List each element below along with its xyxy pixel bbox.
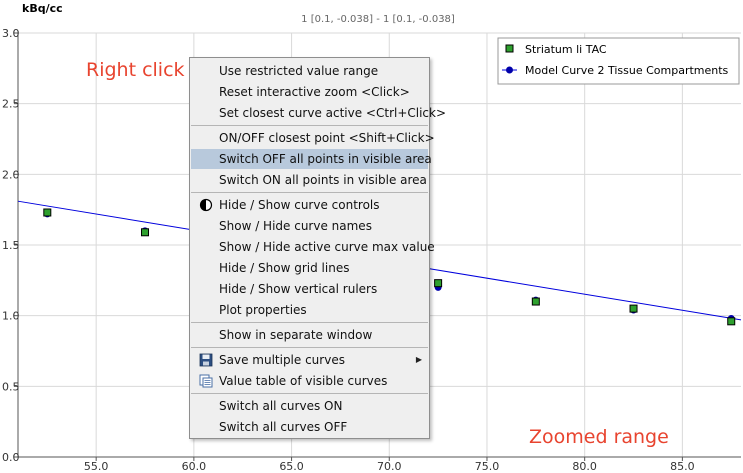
menu-separator xyxy=(191,192,428,193)
y-tick-label: 0.5 xyxy=(2,380,20,393)
y-tick-label: 1.5 xyxy=(2,239,20,252)
menu-item-show-hide-curve-names[interactable]: Show / Hide curve names xyxy=(191,216,428,236)
menu-item-hide-show-vertical-rulers[interactable]: Hide / Show vertical rulers xyxy=(191,279,428,299)
menu-item-value-table[interactable]: Value table of visible curves xyxy=(191,371,428,391)
tac-data-point xyxy=(141,228,150,237)
legend-item-model: Model Curve 2 Tissue Compartments xyxy=(525,64,729,77)
tac-data-point xyxy=(531,297,540,306)
tac-data-point xyxy=(727,317,736,326)
tac-data-point xyxy=(629,304,638,313)
y-tick-label: 2.0 xyxy=(2,168,20,181)
legend-item-tac: Striatum li TAC xyxy=(525,43,607,56)
menu-item-plot-properties[interactable]: Plot properties xyxy=(191,300,428,320)
x-tick-label: 70.0 xyxy=(377,460,402,473)
y-axis-label: kBq/cc xyxy=(22,2,63,15)
x-tick-label: 65.0 xyxy=(279,460,304,473)
menu-separator xyxy=(191,347,428,348)
submenu-arrow-icon: ▶ xyxy=(415,355,422,364)
annotation-zoomed-range: Zoomed range xyxy=(529,426,669,448)
menu-separator xyxy=(191,322,428,323)
x-tick-label: 75.0 xyxy=(475,460,500,473)
menu-item-switch-all-curves-on[interactable]: Switch all curves ON xyxy=(191,396,428,416)
menu-item-reset-zoom[interactable]: Reset interactive zoom <Click> xyxy=(191,82,428,102)
table-icon xyxy=(199,374,213,388)
tac-data-point xyxy=(43,208,52,217)
x-tick-label: 85.0 xyxy=(670,460,695,473)
x-tick-labels: 55.0 60.0 65.0 70.0 75.0 80.0 85.0 xyxy=(84,460,695,473)
x-tick-label: 55.0 xyxy=(84,460,109,473)
menu-item-switch-off-visible-points[interactable]: Switch OFF all points in visible area xyxy=(191,149,432,169)
y-tick-label: 3.0 xyxy=(2,27,20,40)
menu-item-switch-all-curves-off[interactable]: Switch all curves OFF xyxy=(191,417,428,437)
menu-item-show-separate-window[interactable]: Show in separate window xyxy=(191,325,428,345)
menu-item-label: Save multiple curves xyxy=(219,353,345,367)
menu-item-hide-show-curve-controls[interactable]: Hide / Show curve controls xyxy=(191,195,428,215)
menu-item-show-hide-active-max[interactable]: Show / Hide active curve max value xyxy=(191,237,435,257)
menu-item-label: Hide / Show curve controls xyxy=(219,198,380,212)
legend-square-marker-icon xyxy=(505,44,514,53)
annotation-right-click: Right click xyxy=(86,59,185,81)
menu-item-set-closest-curve-active[interactable]: Set closest curve active <Ctrl+Click> xyxy=(191,103,446,123)
menu-separator xyxy=(191,125,428,126)
menu-item-hide-show-grid-lines[interactable]: Hide / Show grid lines xyxy=(191,258,428,278)
menu-item-label: Value table of visible curves xyxy=(219,374,388,388)
plot-subtitle: 1 [0.1, -0.038] - 1 [0.1, -0.038] xyxy=(301,14,455,25)
x-tick-label: 80.0 xyxy=(572,460,597,473)
legend: Striatum li TAC Model Curve 2 Tissue Com… xyxy=(497,37,740,85)
menu-separator xyxy=(191,393,428,394)
save-floppy-icon xyxy=(199,353,213,367)
menu-item-use-restricted-range[interactable]: Use restricted value range xyxy=(191,61,428,81)
context-menu: Use restricted value range Reset interac… xyxy=(189,57,446,439)
y-tick-label: 2.5 xyxy=(2,98,20,111)
menu-item-switch-on-visible-points[interactable]: Switch ON all points in visible area xyxy=(191,170,428,190)
menu-item-save-multiple-curves[interactable]: Save multiple curves ▶ xyxy=(191,350,428,370)
tac-data-point xyxy=(434,279,443,288)
y-tick-label: 0.0 xyxy=(2,451,20,464)
contrast-icon xyxy=(199,198,213,212)
y-tick-labels: 0.0 0.5 1.0 1.5 2.0 2.5 3.0 xyxy=(2,27,20,464)
legend-circle-marker-icon xyxy=(506,66,513,74)
x-tick-label: 60.0 xyxy=(182,460,207,473)
menu-item-toggle-closest-point[interactable]: ON/OFF closest point <Shift+Click> xyxy=(191,128,435,148)
y-tick-label: 1.0 xyxy=(2,310,20,323)
